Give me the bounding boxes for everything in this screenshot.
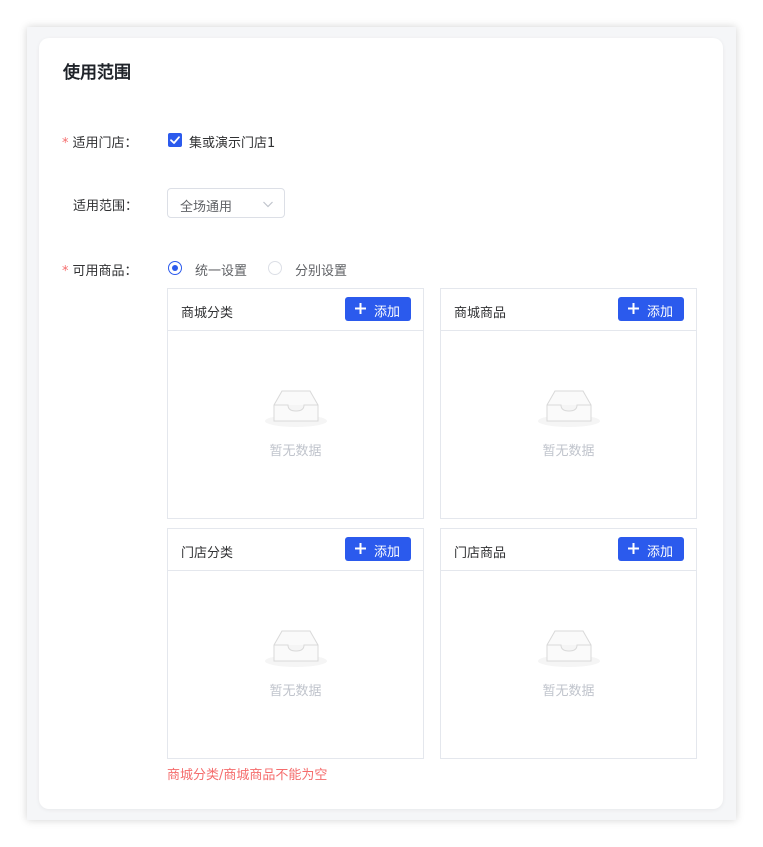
required-mark: * bbox=[62, 136, 69, 151]
panel-title: 商城分类 bbox=[181, 306, 234, 321]
store-label: 适用门店： bbox=[72, 136, 138, 151]
empty-text: 暂无数据 bbox=[542, 684, 595, 699]
radio-separate-label[interactable]: 分别设置 bbox=[295, 260, 347, 279]
add-button-label: 添加 bbox=[374, 545, 401, 560]
panel-header: 门店商品 添加 bbox=[441, 529, 696, 571]
chevron-down-icon bbox=[263, 201, 273, 208]
empty-box-icon bbox=[265, 630, 327, 667]
add-button-label: 添加 bbox=[374, 305, 401, 320]
required-mark: * bbox=[62, 264, 69, 279]
add-mall-category-button[interactable]: 添加 bbox=[345, 297, 411, 321]
radio-unified-label[interactable]: 统一设置 bbox=[195, 260, 247, 279]
panel-store-category: 门店分类 添加 暂无数据 bbox=[167, 528, 424, 759]
plus-icon bbox=[355, 543, 366, 554]
store-label-row: * 适用门店： bbox=[62, 132, 162, 151]
plus-icon bbox=[355, 303, 366, 314]
panel-title: 门店商品 bbox=[454, 546, 507, 561]
check-icon bbox=[170, 136, 180, 144]
panel-mall-category: 商城分类 添加 暂无数据 bbox=[167, 288, 424, 519]
radio-unified[interactable] bbox=[168, 261, 182, 275]
plus-icon bbox=[628, 303, 639, 314]
validation-error: 商城分类/商城商品不能为空 bbox=[167, 768, 328, 783]
panel-title: 门店分类 bbox=[181, 546, 234, 561]
add-store-category-button[interactable]: 添加 bbox=[345, 537, 411, 561]
add-button-label: 添加 bbox=[647, 305, 674, 320]
scope-label: 适用范围： bbox=[73, 199, 139, 214]
panel-store-products: 门店商品 添加 暂无数据 bbox=[440, 528, 697, 759]
add-button-label: 添加 bbox=[647, 545, 674, 560]
page-container: 使用范围 * 适用门店： 集或演示门店1 适用范围： 全场通用 * 可用商品： 统一… bbox=[27, 27, 736, 820]
radio-separate[interactable] bbox=[268, 261, 282, 275]
add-mall-products-button[interactable]: 添加 bbox=[618, 297, 684, 321]
panel-mall-products: 商城商品 添加 暂无数据 bbox=[440, 288, 697, 519]
empty-text: 暂无数据 bbox=[542, 444, 595, 459]
panel-header: 门店分类 添加 bbox=[168, 529, 423, 571]
store-checkbox-label[interactable]: 集或演示门店1 bbox=[189, 132, 275, 151]
scope-select-value: 全场通用 bbox=[180, 200, 233, 215]
panel-header: 商城分类 添加 bbox=[168, 289, 423, 331]
products-label: 可用商品： bbox=[72, 264, 138, 279]
empty-box-icon bbox=[538, 630, 600, 667]
panel-title: 商城商品 bbox=[454, 306, 507, 321]
scope-select[interactable]: 全场通用 bbox=[167, 188, 285, 218]
empty-box-icon bbox=[265, 390, 327, 427]
panel-header: 商城商品 添加 bbox=[441, 289, 696, 331]
empty-text: 暂无数据 bbox=[269, 684, 322, 699]
empty-text: 暂无数据 bbox=[269, 444, 322, 459]
section-title: 使用范围 bbox=[63, 63, 131, 83]
products-label-row: * 可用商品： bbox=[62, 260, 162, 279]
store-checkbox[interactable] bbox=[168, 133, 182, 147]
usage-scope-card: 使用范围 * 适用门店： 集或演示门店1 适用范围： 全场通用 * 可用商品： 统一… bbox=[39, 38, 723, 809]
add-store-products-button[interactable]: 添加 bbox=[618, 537, 684, 561]
empty-box-icon bbox=[538, 390, 600, 427]
plus-icon bbox=[628, 543, 639, 554]
